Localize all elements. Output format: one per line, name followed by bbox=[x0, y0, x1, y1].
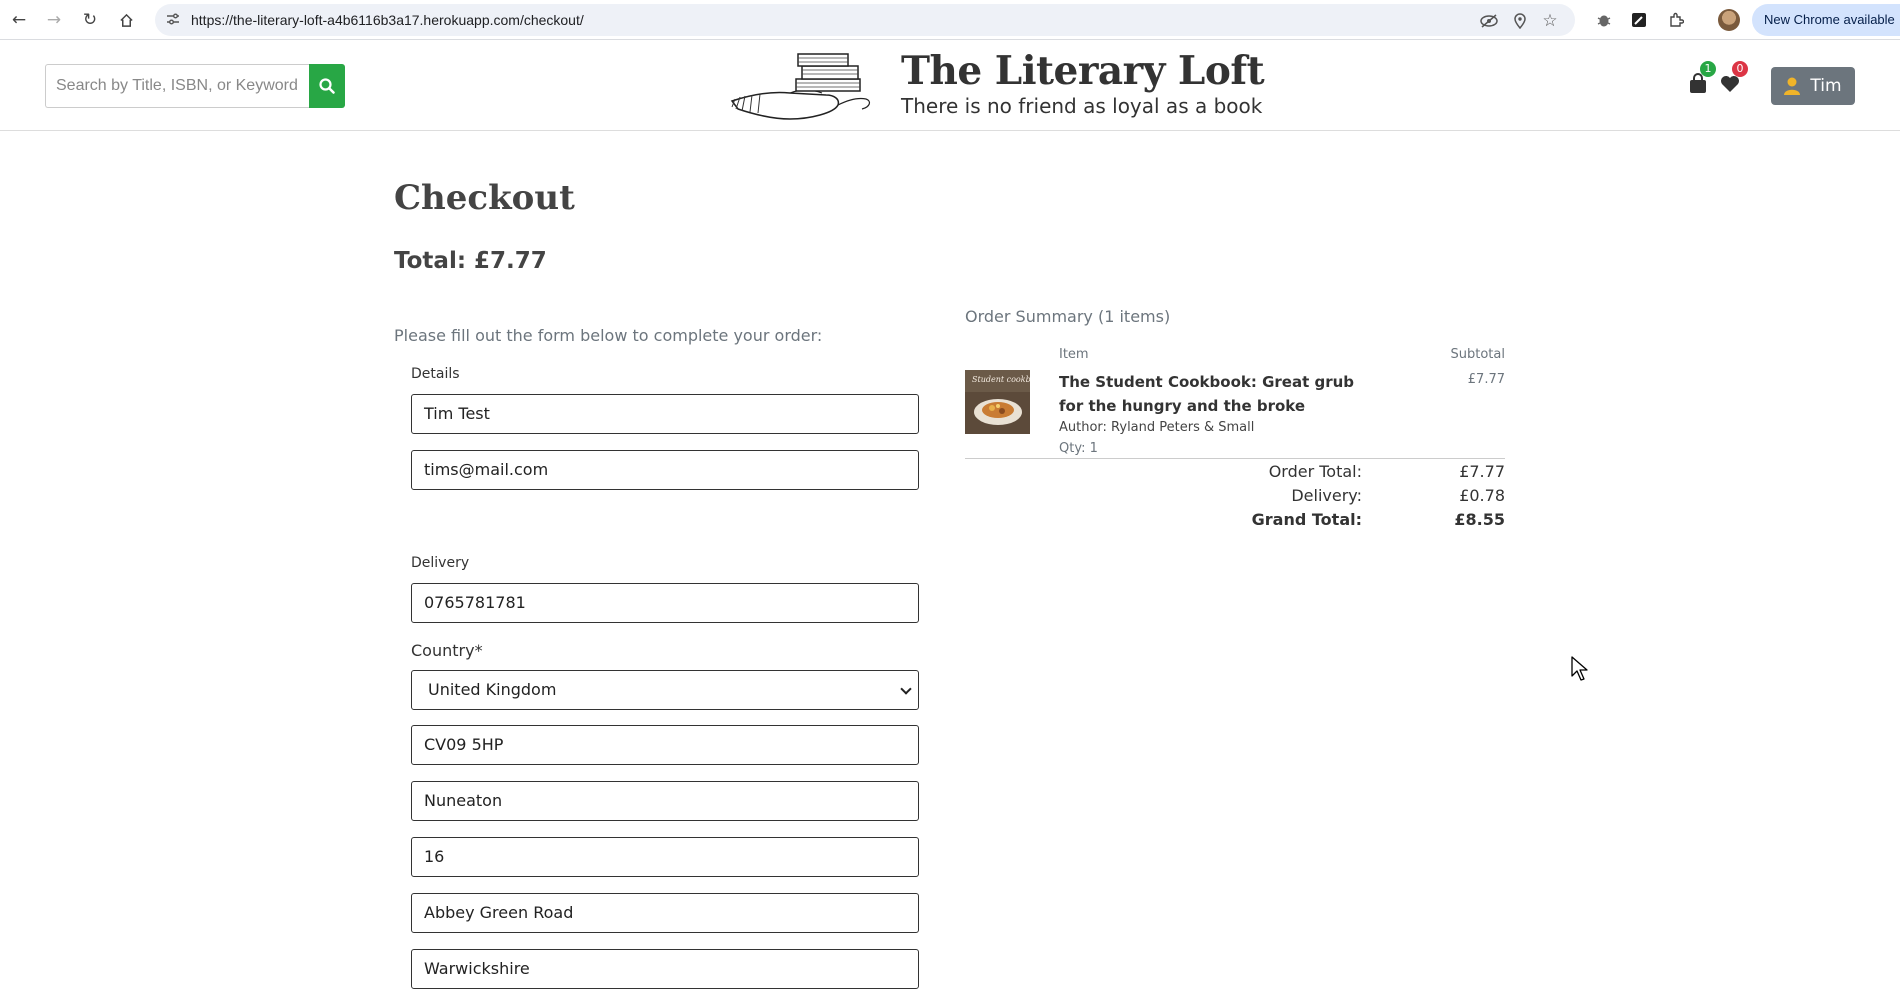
grand-total-label: Grand Total: bbox=[1251, 510, 1362, 529]
book-author: Author: Ryland Peters & Small bbox=[1059, 420, 1255, 435]
page-title: Checkout bbox=[394, 178, 575, 218]
order-total-label: Order Total: bbox=[1268, 462, 1362, 481]
country-select[interactable]: United Kingdom bbox=[411, 670, 919, 710]
logo-hand-books-image[interactable] bbox=[730, 49, 880, 121]
site-header: The Literary Loft There is no friend as … bbox=[0, 41, 1900, 131]
browser-toolbar: ← → ↻ https://the-literary-loft-a4b6116b… bbox=[0, 0, 1900, 40]
forward-icon[interactable]: → bbox=[42, 8, 66, 32]
county-field[interactable]: Warwickshire bbox=[411, 949, 919, 989]
brand-tagline: There is no friend as loyal as a book bbox=[901, 94, 1263, 118]
book-title: The Student Cookbook: Great grub for the… bbox=[1059, 373, 1355, 415]
search-button[interactable] bbox=[309, 64, 345, 108]
item-column-header: Item bbox=[1059, 347, 1089, 362]
shopping-bag-button[interactable]: 1 bbox=[1686, 61, 1716, 97]
delivery-value: £0.78 bbox=[1459, 486, 1505, 505]
profile-avatar[interactable] bbox=[1718, 9, 1740, 31]
address-bar[interactable]: https://the-literary-loft-a4b6116b3a17.h… bbox=[155, 4, 1575, 36]
mouse-cursor-icon bbox=[1571, 656, 1588, 681]
book-cover-image[interactable]: Student cookbook bbox=[965, 370, 1030, 434]
checkout-total: Total: £7.77 bbox=[394, 248, 547, 274]
book-quantity: Qty: 1 bbox=[1059, 441, 1098, 456]
back-icon[interactable]: ← bbox=[7, 8, 31, 32]
wishlist-button[interactable]: 0 bbox=[1718, 61, 1748, 97]
user-icon bbox=[1784, 77, 1801, 95]
url-text: https://the-literary-loft-a4b6116b3a17.h… bbox=[191, 12, 584, 28]
pen-extension-icon[interactable] bbox=[1627, 8, 1651, 32]
user-name: Tim bbox=[1810, 76, 1842, 96]
search-input[interactable] bbox=[45, 64, 309, 108]
eye-off-icon[interactable] bbox=[1479, 11, 1499, 31]
site-info-icon[interactable] bbox=[165, 11, 183, 29]
summary-divider bbox=[965, 458, 1505, 459]
email-field[interactable]: tims@mail.com bbox=[411, 450, 919, 490]
update-chrome-label: New Chrome available bbox=[1764, 12, 1895, 27]
search-form bbox=[45, 64, 345, 108]
extensions-puzzle-icon[interactable] bbox=[1664, 8, 1688, 32]
delivery-label: Delivery: bbox=[1291, 486, 1362, 505]
order-summary-title: Order Summary (1 items) bbox=[965, 307, 1171, 326]
postcode-field[interactable]: CV09 5HP bbox=[411, 725, 919, 765]
book-cover-text: Student cookbook bbox=[972, 375, 1030, 384]
heart-icon bbox=[1721, 76, 1739, 92]
country-label: Country* bbox=[411, 641, 483, 660]
subtotal-column-header: Subtotal bbox=[1450, 347, 1505, 362]
item-subtotal: £7.77 bbox=[1467, 372, 1505, 387]
town-field[interactable]: Nuneaton bbox=[411, 781, 919, 821]
full-name-field[interactable]: Tim Test bbox=[411, 394, 919, 434]
brand-title[interactable]: The Literary Loft bbox=[901, 48, 1265, 94]
bug-extension-icon[interactable] bbox=[1592, 8, 1616, 32]
reload-icon[interactable]: ↻ bbox=[78, 8, 102, 32]
form-instructions: Please fill out the form below to comple… bbox=[394, 326, 823, 345]
bookmark-star-icon[interactable]: ☆ bbox=[1540, 11, 1560, 31]
order-total-value: £7.77 bbox=[1459, 462, 1505, 481]
bag-count-badge: 1 bbox=[1700, 61, 1716, 77]
details-legend: Details bbox=[411, 366, 460, 382]
location-icon[interactable] bbox=[1510, 11, 1530, 31]
phone-number-field[interactable]: 0765781781 bbox=[411, 583, 919, 623]
country-selected-value: United Kingdom bbox=[428, 680, 557, 699]
chevron-down-icon bbox=[900, 683, 912, 695]
street-address-2-field[interactable]: Abbey Green Road bbox=[411, 893, 919, 933]
wishlist-count-badge: 0 bbox=[1732, 61, 1748, 77]
user-menu-button[interactable]: Tim bbox=[1771, 67, 1855, 105]
street-address-1-field[interactable]: 16 bbox=[411, 837, 919, 877]
search-icon bbox=[319, 78, 335, 94]
grand-total-value: £8.55 bbox=[1454, 510, 1505, 529]
home-icon[interactable] bbox=[114, 8, 138, 32]
update-chrome-button[interactable]: New Chrome available ⋮ bbox=[1752, 4, 1900, 36]
delivery-legend: Delivery bbox=[411, 555, 470, 571]
